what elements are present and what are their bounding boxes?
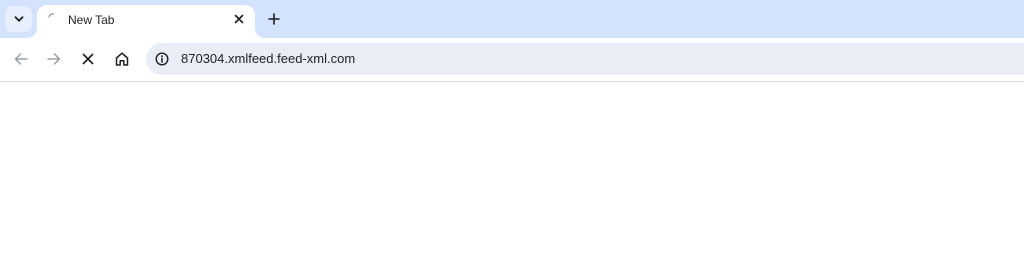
new-tab-button[interactable] [262,7,286,31]
stop-loading-button[interactable] [76,47,100,71]
tab-close-button[interactable] [231,11,247,27]
close-icon [234,14,244,24]
tab-new-tab[interactable]: New Tab [37,5,255,38]
home-icon [115,52,129,66]
forward-button[interactable] [42,47,66,71]
arrow-right-icon [47,53,61,65]
info-icon [155,52,169,66]
loading-spinner-icon [48,13,55,18]
chevron-down-icon [14,16,23,22]
arrow-left-icon [14,53,28,65]
browser-window: New Tab 870304.xmlfeed.feed-xml.com [0,0,1024,263]
stop-icon [82,53,94,65]
site-info-button[interactable] [152,49,172,69]
back-button[interactable] [9,47,33,71]
tab-title: New Tab [68,13,115,27]
tab-strip: New Tab [0,0,1024,38]
home-button[interactable] [110,47,134,71]
toolbar: 870304.xmlfeed.feed-xml.com [0,38,1024,82]
address-bar[interactable]: 870304.xmlfeed.feed-xml.com [146,43,1024,75]
address-bar-url[interactable]: 870304.xmlfeed.feed-xml.com [181,51,355,67]
page-content [0,82,1024,263]
plus-icon [268,13,280,25]
